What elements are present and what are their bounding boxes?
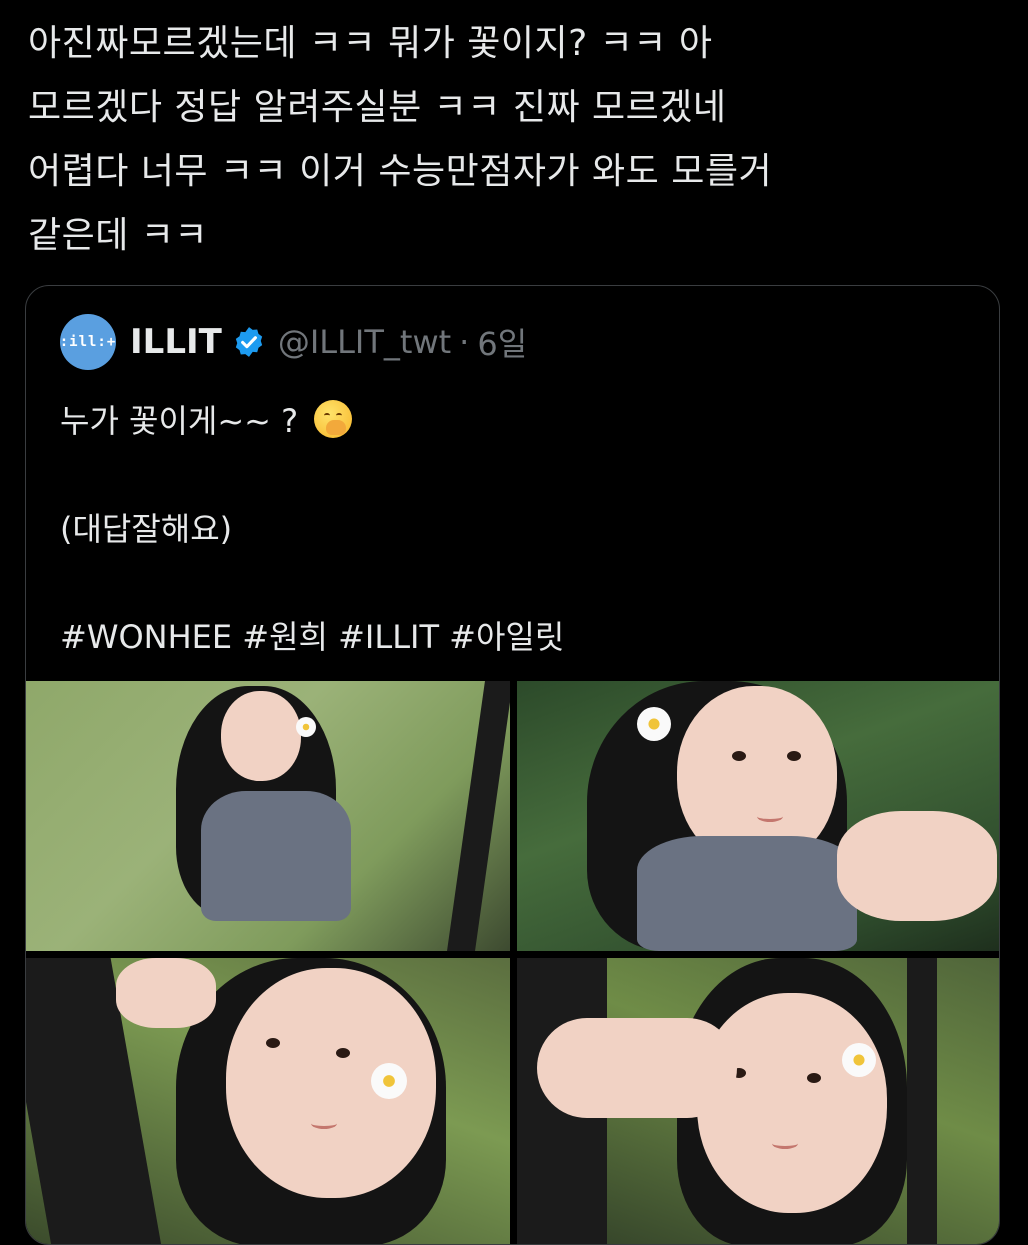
photo-2[interactable]: [517, 681, 999, 951]
photo-4[interactable]: [517, 958, 999, 1244]
user-handle[interactable]: @ILLIT_twt: [278, 323, 451, 361]
quoted-tweet-card[interactable]: :ill:+ ILLIT @ILLIT_twt · 6일 누가 꽃이게~~ ? …: [25, 285, 1000, 1245]
display-name[interactable]: ILLIT: [130, 322, 222, 362]
avatar[interactable]: :ill:+: [60, 314, 116, 370]
quoted-tweet-header: :ill:+ ILLIT @ILLIT_twt · 6일: [60, 314, 527, 370]
avatar-logo: :ill:+: [59, 334, 117, 350]
separator-dot: ·: [459, 323, 470, 361]
face-with-hand-over-mouth-emoji-icon: [314, 400, 353, 438]
photo-1[interactable]: [26, 681, 510, 951]
hashtag-line[interactable]: #WONHEE #원희 #ILLIT #아일릿: [60, 610, 960, 664]
quote-line-1: 누가 꽃이게~~ ?: [60, 394, 960, 448]
tweet-text: 아진짜모르겠는데 ㅋㅋ 뭐가 꽃이지? ㅋㅋ 아 모르겠다 정답 알려주실분 ㅋ…: [28, 23, 773, 256]
quoted-tweet-body: 누가 꽃이게~~ ? (대답잘해요) #WONHEE #원희 #ILLIT #아…: [60, 394, 960, 664]
photo-grid: [26, 681, 999, 1244]
timestamp[interactable]: 6일: [477, 319, 527, 365]
quote-line-2: (대답잘해요): [60, 510, 233, 548]
quote-line-1-text: 누가 꽃이게~~ ?: [60, 402, 299, 440]
photo-3[interactable]: [26, 958, 510, 1244]
verified-badge-icon: [235, 327, 263, 357]
